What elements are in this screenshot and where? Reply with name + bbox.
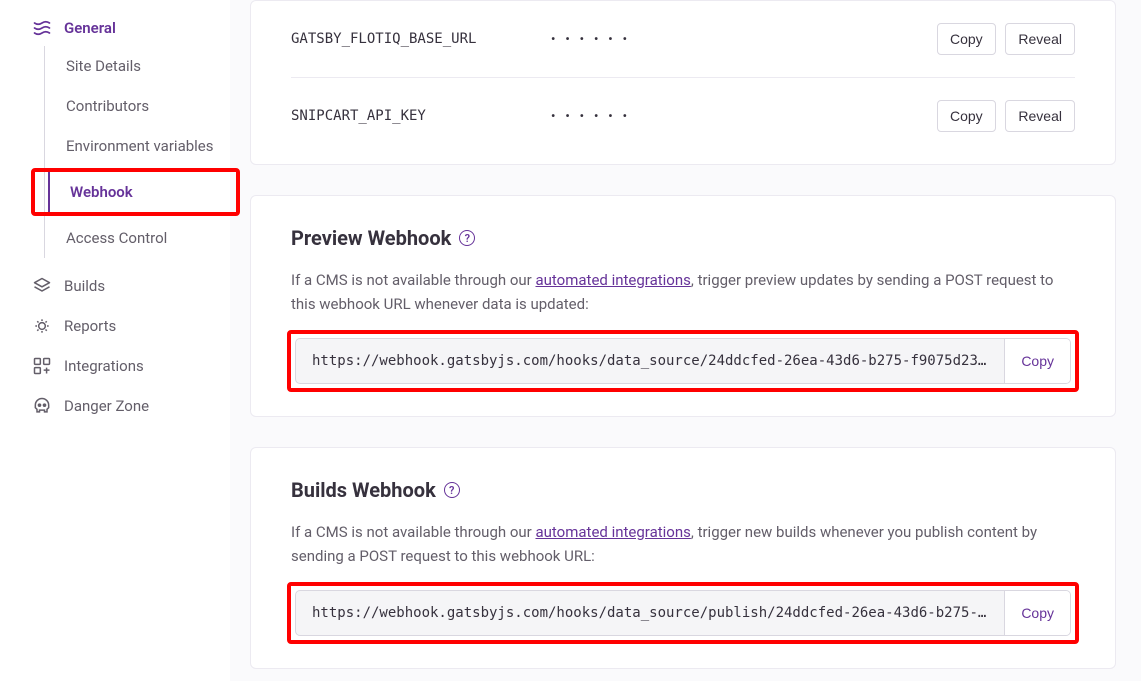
automated-integrations-link[interactable]: automated integrations [535,271,690,289]
env-actions: Copy Reveal [931,100,1075,132]
main-content: GATSBY_FLOTIQ_BASE_URL •••••• Copy Revea… [230,0,1141,681]
copy-button[interactable]: Copy [937,100,996,132]
desc-pre: If a CMS is not available through our [291,523,535,541]
builds-webhook-title-text: Builds Webhook [291,478,436,502]
env-key: SNIPCART_API_KEY [291,108,551,124]
copy-preview-url-button[interactable]: Copy [1004,339,1070,383]
nav-reports[interactable]: Reports [20,306,220,346]
highlight-preview-url: https://webhook.gatsbyjs.com/hooks/data_… [287,330,1079,392]
reveal-button[interactable]: Reveal [1005,23,1075,55]
builds-webhook-url[interactable]: https://webhook.gatsbyjs.com/hooks/data_… [296,591,1004,635]
builds-webhook-desc: If a CMS is not available through our au… [291,520,1075,568]
nav-builds-label: Builds [64,277,105,295]
preview-webhook-url[interactable]: https://webhook.gatsbyjs.com/hooks/data_… [296,339,1004,383]
nav-integrations[interactable]: Integrations [20,346,220,386]
nav-builds[interactable]: Builds [20,266,220,306]
general-subnav: Site Details Contributors Environment va… [44,46,220,258]
preview-webhook-title-text: Preview Webhook [291,226,451,250]
builds-webhook-card: Builds Webhook ? If a CMS is not availab… [250,447,1116,669]
env-row: GATSBY_FLOTIQ_BASE_URL •••••• Copy Revea… [291,1,1075,78]
preview-webhook-card: Preview Webhook ? If a CMS is not availa… [250,195,1116,417]
help-icon[interactable]: ? [444,482,460,498]
builds-webhook-url-block: https://webhook.gatsbyjs.com/hooks/data_… [295,590,1071,636]
nav-integrations-label: Integrations [64,357,144,375]
env-actions: Copy Reveal [931,23,1075,55]
env-key: GATSBY_FLOTIQ_BASE_URL [291,31,551,47]
subnav-site-details[interactable]: Site Details [44,46,220,86]
layers-icon [32,276,52,296]
builds-webhook-title: Builds Webhook ? [291,478,1075,502]
subnav-access-control[interactable]: Access Control [44,218,220,258]
subnav-contributors[interactable]: Contributors [44,86,220,126]
highlight-webhook: Webhook [31,168,240,216]
highlight-builds-url: https://webhook.gatsbyjs.com/hooks/data_… [287,582,1079,644]
sliders-icon [32,18,52,38]
preview-webhook-desc: If a CMS is not available through our au… [291,268,1075,316]
env-masked-value: •••••• [551,32,931,46]
skull-icon [32,396,52,416]
automated-integrations-link[interactable]: automated integrations [535,523,690,541]
preview-webhook-title: Preview Webhook ? [291,226,1075,250]
nav-general[interactable]: General [20,10,220,46]
sidebar: General Site Details Contributors Enviro… [0,0,230,681]
subnav-webhook[interactable]: Webhook [48,172,236,212]
copy-button[interactable]: Copy [937,23,996,55]
nav-general-label: General [64,19,116,37]
desc-pre: If a CMS is not available through our [291,271,535,289]
preview-webhook-url-block: https://webhook.gatsbyjs.com/hooks/data_… [295,338,1071,384]
reports-icon [32,316,52,336]
env-masked-value: •••••• [551,109,931,123]
integrations-icon [32,356,52,376]
help-icon[interactable]: ? [459,230,475,246]
nav-danger-zone-label: Danger Zone [64,397,149,415]
reveal-button[interactable]: Reveal [1005,100,1075,132]
subnav-environment-variables[interactable]: Environment variables [44,126,220,166]
env-vars-card: GATSBY_FLOTIQ_BASE_URL •••••• Copy Revea… [250,0,1116,165]
nav-danger-zone[interactable]: Danger Zone [20,386,220,426]
copy-builds-url-button[interactable]: Copy [1004,591,1070,635]
nav-reports-label: Reports [64,317,116,335]
env-row: SNIPCART_API_KEY •••••• Copy Reveal [291,78,1075,154]
